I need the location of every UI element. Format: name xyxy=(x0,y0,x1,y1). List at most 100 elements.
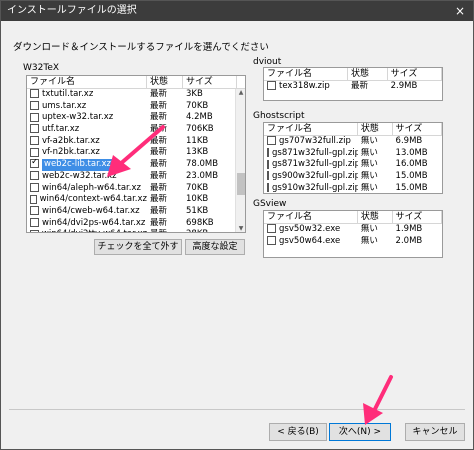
table-row[interactable]: win64/dvi2tty-w64.tar.xz最新28KB xyxy=(27,229,245,232)
file-checkbox[interactable] xyxy=(30,194,37,204)
file-name: win64/aleph-w64.tar.xz xyxy=(42,182,141,193)
table-row[interactable]: gsv50w64.exe 無い 2.0MB xyxy=(264,236,442,248)
w32tex-scrollbar[interactable]: ▲ ▼ xyxy=(235,89,245,232)
file-checkbox[interactable] xyxy=(30,206,39,216)
file-size: 23.0MB xyxy=(186,170,219,181)
file-checkbox[interactable] xyxy=(267,183,269,193)
install-dialog: インストールファイルの選択 × ダウンロード＆インストールするファイルを選んでく… xyxy=(0,0,474,450)
file-status: 無い xyxy=(360,147,378,158)
file-status: 最新 xyxy=(150,182,168,193)
file-name: gsv50w64.exe xyxy=(279,235,341,246)
column-size[interactable]: サイズ xyxy=(393,211,442,223)
file-checkbox[interactable] xyxy=(30,159,39,169)
file-checkbox[interactable] xyxy=(30,229,39,232)
file-checkbox[interactable] xyxy=(30,147,39,157)
table-row[interactable]: win64/context-w64.tar.xz 最新 10KB xyxy=(27,194,245,206)
file-status: 無い xyxy=(360,182,378,193)
file-size: 1.9MB xyxy=(395,224,423,234)
table-row[interactable]: win64/cweb-w64.tar.xz 最新 51KB xyxy=(27,206,245,218)
annotation-arrow-icon xyxy=(363,375,393,425)
file-checkbox[interactable] xyxy=(267,81,276,91)
table-row[interactable]: gs871w32full-gpl.zip 無い 13.0MB xyxy=(264,148,442,160)
file-status: 無い xyxy=(360,136,378,146)
advanced-settings-button[interactable]: 高度な設定 xyxy=(185,239,245,255)
table-row[interactable]: gs910w32full-gpl.zip 無い 15.0MB xyxy=(264,182,442,193)
file-checkbox[interactable] xyxy=(267,171,269,181)
file-status: 最新 xyxy=(150,194,168,205)
back-button[interactable]: < 戻る(B) xyxy=(269,423,327,441)
file-checkbox[interactable] xyxy=(267,159,269,169)
file-name-cell: tex318w.zip xyxy=(264,81,348,93)
file-checkbox[interactable] xyxy=(267,224,276,234)
ghostscript-label: Ghostscript xyxy=(253,111,305,121)
scroll-thumb[interactable] xyxy=(237,173,245,195)
w32tex-label: W32TeX xyxy=(23,63,60,73)
table-row[interactable]: gs707w32full.zip 無い 6.9MB xyxy=(264,136,442,148)
table-row[interactable]: gs900w32full-gpl.zip 無い 15.0MB xyxy=(264,171,442,183)
uncheck-all-button[interactable]: チェックを全て外す xyxy=(94,239,182,255)
column-status[interactable]: 状態 xyxy=(147,76,183,88)
file-checkbox[interactable] xyxy=(267,236,276,246)
file-size: 15.0MB xyxy=(395,171,428,182)
file-checkbox[interactable] xyxy=(30,89,39,99)
file-name-cell: win64/context-w64.tar.xz xyxy=(27,194,147,206)
ghostscript-file-list[interactable]: ファイル名 状態 サイズ gs707w32full.zip 無い 6.9MB gs87… xyxy=(263,122,443,194)
file-name: gs871w32full-gpl.zip xyxy=(272,147,358,158)
file-checkbox[interactable] xyxy=(30,171,39,181)
file-size: 706KB xyxy=(186,124,214,135)
file-size: 2.9MB xyxy=(390,81,418,91)
file-status: 無い xyxy=(360,235,378,246)
column-filename[interactable]: ファイル名 xyxy=(27,76,147,88)
table-row[interactable]: txtutil.tar.xz 最新 3KB xyxy=(27,89,245,101)
file-checkbox[interactable] xyxy=(30,124,39,134)
file-name: vf-a2bk.tar.xz xyxy=(42,135,100,146)
column-filename[interactable]: ファイル名 xyxy=(264,211,358,223)
file-size: 15.0MB xyxy=(395,182,428,193)
table-row[interactable]: win64/aleph-w64.tar.xz 最新 70KB xyxy=(27,183,245,195)
file-name-cell: gs910w32full-gpl.zip xyxy=(264,183,358,193)
dviout-list-header: ファイル名 状態 サイズ xyxy=(264,68,442,81)
column-status[interactable]: 状態 xyxy=(348,68,388,80)
dviout-file-list[interactable]: ファイル名 状態 サイズ tex318w.zip 最新 2.9MB xyxy=(263,67,443,101)
file-status: 無い xyxy=(360,159,378,170)
column-size[interactable]: サイズ xyxy=(393,123,442,135)
file-name-cell: gs871w32full-gpl.zip xyxy=(264,159,358,171)
file-checkbox[interactable] xyxy=(30,112,39,122)
table-row[interactable]: gsv50w32.exe 無い 1.9MB xyxy=(264,224,442,236)
close-icon[interactable]: × xyxy=(447,1,473,21)
file-checkbox[interactable] xyxy=(30,136,39,146)
file-status: 最新 xyxy=(351,81,369,91)
table-row[interactable]: gs871w32full-gpl.zip 無い 16.0MB xyxy=(264,159,442,171)
column-size[interactable]: サイズ xyxy=(388,68,442,80)
scroll-up-icon[interactable]: ▲ xyxy=(236,89,245,96)
file-checkbox[interactable] xyxy=(30,101,39,111)
column-status[interactable]: 状態 xyxy=(358,123,393,135)
file-name: txtutil.tar.xz xyxy=(42,89,94,99)
file-name: tex318w.zip xyxy=(279,81,330,91)
file-name: win64/cweb-w64.tar.xz xyxy=(42,205,140,216)
cancel-button[interactable]: キャンセル xyxy=(405,423,465,441)
scroll-down-icon[interactable]: ▼ xyxy=(236,225,245,232)
table-row[interactable]: win64/dvi2ps-w64.tar.xz 最新 698KB xyxy=(27,218,245,230)
file-checkbox[interactable] xyxy=(267,136,276,146)
table-row[interactable]: ums.tar.xz 最新 70KB xyxy=(27,101,245,113)
file-checkbox[interactable] xyxy=(30,217,39,227)
column-filename[interactable]: ファイル名 xyxy=(264,123,358,135)
file-status: 最新 xyxy=(150,100,168,111)
file-status: 最新 xyxy=(150,205,168,216)
column-size[interactable]: サイズ xyxy=(183,76,237,88)
file-size: 6.9MB xyxy=(395,136,423,146)
gsview-file-list[interactable]: ファイル名 状態 サイズ gsv50w32.exe 無い 1.9MB gsv50w64… xyxy=(263,210,443,258)
file-checkbox[interactable] xyxy=(267,148,269,158)
column-filename[interactable]: ファイル名 xyxy=(264,68,349,80)
file-name: gs900w32full-gpl.zip xyxy=(272,171,358,182)
dviout-label: dviout xyxy=(253,57,282,67)
file-checkbox[interactable] xyxy=(30,182,39,192)
table-row[interactable]: tex318w.zip 最新 2.9MB xyxy=(264,81,442,93)
file-status: 最新 xyxy=(150,217,168,228)
file-size: 16.0MB xyxy=(395,159,428,170)
instruction-text: ダウンロード＆インストールするファイルを選んでください xyxy=(13,42,269,53)
file-name-cell: gs707w32full.zip xyxy=(264,136,358,148)
file-size: 2.0MB xyxy=(395,235,423,246)
column-status[interactable]: 状態 xyxy=(358,211,393,223)
